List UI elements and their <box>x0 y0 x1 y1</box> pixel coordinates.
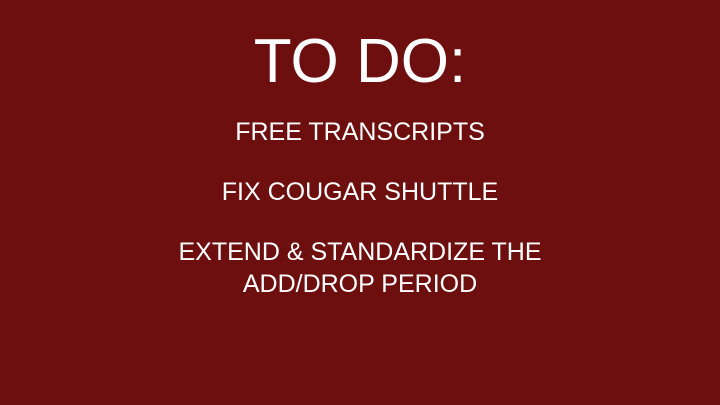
todo-item-add-drop-period: EXTEND & STANDARDIZE THE ADD/DROP PERIOD <box>0 236 720 300</box>
todo-item-fix-cougar-shuttle: FIX COUGAR SHUTTLE <box>0 176 720 208</box>
todo-item-free-transcripts: FREE TRANSCRIPTS <box>0 116 720 148</box>
todo-list: FREE TRANSCRIPTS FIX COUGAR SHUTTLE EXTE… <box>0 116 720 328</box>
todo-item-text-line-2: ADD/DROP PERIOD <box>242 270 478 298</box>
slide: TO DO: FREE TRANSCRIPTS FIX COUGAR SHUTT… <box>0 0 720 405</box>
todo-item-text: FREE TRANSCRIPTS <box>235 118 485 146</box>
slide-title: TO DO: <box>253 27 467 96</box>
todo-item-text-line-1: EXTEND & STANDARDIZE THE <box>178 238 542 266</box>
todo-item-text: FIX COUGAR SHUTTLE <box>221 178 499 206</box>
